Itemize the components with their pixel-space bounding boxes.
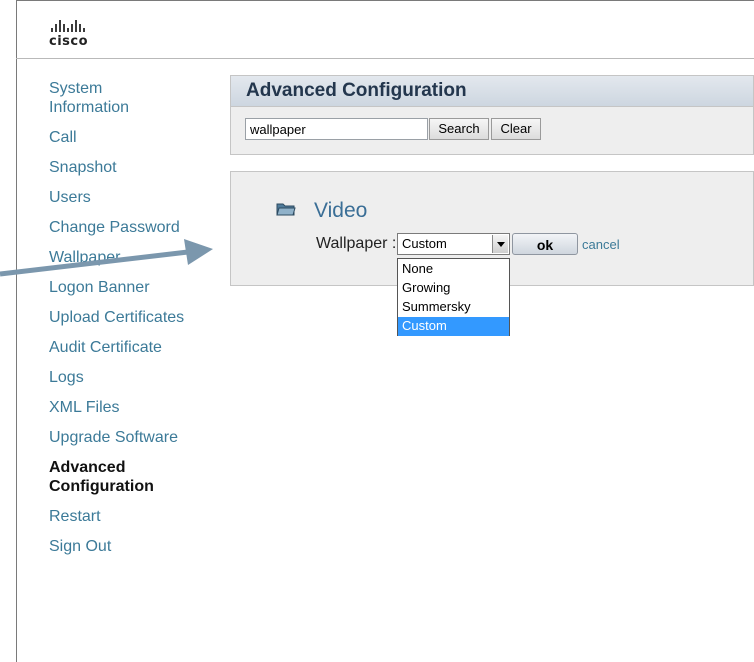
sidebar-item-snapshot[interactable]: Snapshot (49, 158, 219, 177)
search-input[interactable] (245, 118, 428, 140)
header-divider (16, 58, 754, 59)
cisco-bars-icon (51, 18, 119, 32)
dropdown-option-custom[interactable]: Custom (398, 317, 509, 336)
cancel-link[interactable]: cancel (582, 237, 620, 252)
sidebar-item-audit-certificate[interactable]: Audit Certificate (49, 338, 219, 357)
wallpaper-select-value: Custom (402, 236, 447, 251)
search-button[interactable]: Search (429, 118, 489, 140)
dropdown-option-none[interactable]: None (398, 260, 509, 279)
sidebar-item-restart[interactable]: Restart (49, 507, 219, 526)
ok-button[interactable]: ok (512, 233, 578, 255)
dropdown-option-summersky[interactable]: Summersky (398, 298, 509, 317)
wallpaper-dropdown-list: None Growing Summersky Custom (397, 258, 510, 336)
sidebar-item-system-information[interactable]: System Information (49, 79, 159, 117)
sidebar-item-change-password[interactable]: Change Password (49, 218, 219, 237)
video-section-title: Video (314, 199, 368, 222)
cisco-wordmark: cisco (49, 34, 89, 49)
sidebar-item-advanced-configuration[interactable]: Advanced Configuration (49, 458, 189, 496)
sidebar-item-users[interactable]: Users (49, 188, 219, 207)
wallpaper-field-label: Wallpaper : (316, 235, 397, 252)
sidebar-item-sign-out[interactable]: Sign Out (49, 537, 219, 556)
sidebar-item-logon-banner[interactable]: Logon Banner (49, 278, 219, 297)
clear-button[interactable]: Clear (491, 118, 541, 140)
sidebar-item-wallpaper[interactable]: Wallpaper (49, 248, 219, 267)
cisco-logo: cisco (49, 18, 119, 52)
wallpaper-select[interactable]: Custom (397, 233, 510, 255)
sidebar-nav: System Information Call Snapshot Users C… (49, 79, 219, 567)
sidebar-item-logs[interactable]: Logs (49, 368, 219, 387)
panel-title: Advanced Configuration (246, 80, 467, 101)
dropdown-option-growing[interactable]: Growing (398, 279, 509, 298)
chevron-down-icon[interactable] (492, 235, 508, 253)
sidebar-item-upload-certificates[interactable]: Upload Certificates (49, 308, 219, 327)
sidebar-item-xml-files[interactable]: XML Files (49, 398, 219, 417)
sidebar-item-upgrade-software[interactable]: Upgrade Software (49, 428, 219, 447)
folder-icon (276, 203, 296, 216)
sidebar-item-call[interactable]: Call (49, 128, 219, 147)
advanced-config-panel: Advanced Configuration Search Clear (230, 75, 754, 155)
